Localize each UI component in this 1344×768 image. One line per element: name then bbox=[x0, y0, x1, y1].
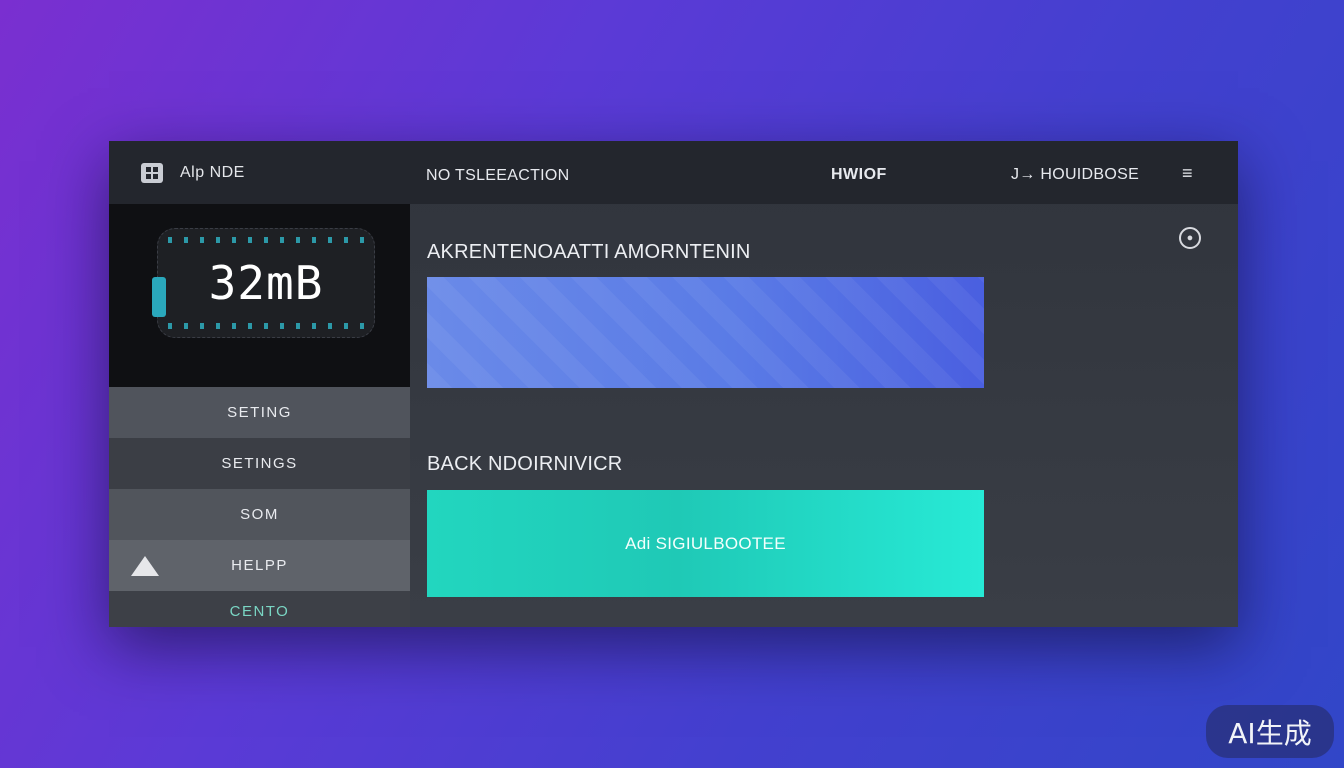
grid-icon[interactable] bbox=[141, 162, 163, 183]
menu-icon[interactable]: ≡ bbox=[1182, 163, 1193, 184]
section-heading-secondary: BACK NDOIRNIVICR bbox=[427, 453, 623, 475]
logo-image: 32mB bbox=[152, 228, 375, 338]
logo-text: 32mB bbox=[208, 256, 324, 310]
topbar-center-link[interactable]: HWIOF bbox=[831, 166, 887, 184]
blue-banner[interactable] bbox=[427, 277, 984, 388]
arrow-up-icon bbox=[131, 556, 159, 576]
sidebar-item-label: SETINGS bbox=[221, 455, 298, 472]
badge-label: AI生成 bbox=[1228, 716, 1312, 750]
page-title: NO TSLEEACTION bbox=[426, 167, 570, 184]
main-panel: NO TSLEEACTION HWIOF J→ HOUIDBOSE ≡ ● AK… bbox=[410, 141, 1238, 627]
sidebar: Alp NDE 32mB SETING SETINGS SOM HELPP CE… bbox=[109, 141, 410, 627]
logo-area: 32mB bbox=[109, 204, 410, 387]
ai-generated-badge: AI生成 bbox=[1206, 705, 1334, 758]
sidebar-item-label: SETING bbox=[227, 404, 292, 421]
logo-side-mark bbox=[152, 277, 166, 317]
app-window: Alp NDE 32mB SETING SETINGS SOM HELPP CE… bbox=[109, 141, 1238, 627]
sidebar-item-label: SOM bbox=[240, 506, 279, 523]
sidebar-item-cento[interactable]: CENTO bbox=[109, 591, 410, 627]
sidebar-item-seting[interactable]: SETING bbox=[109, 387, 410, 438]
sidebar-item-help[interactable]: HELPP bbox=[109, 540, 410, 591]
logo-dots-top bbox=[168, 237, 364, 243]
sidebar-item-label: CENTO bbox=[229, 603, 290, 620]
sidebar-item-label: HELPP bbox=[231, 557, 288, 574]
app-name: Alp NDE bbox=[180, 163, 245, 181]
teal-button-label: Adi SIGIULBOOTEE bbox=[625, 533, 786, 553]
logo-dots-bottom bbox=[168, 323, 364, 329]
teal-action-button[interactable]: Adi SIGIULBOOTEE bbox=[427, 490, 984, 597]
info-icon[interactable]: ● bbox=[1179, 227, 1201, 249]
sidebar-item-setings[interactable]: SETINGS bbox=[109, 438, 410, 489]
top-bar: NO TSLEEACTION HWIOF J→ HOUIDBOSE ≡ bbox=[410, 141, 1238, 204]
user-menu[interactable]: J→ HOUIDBOSE bbox=[1011, 166, 1139, 184]
sidebar-header: Alp NDE bbox=[109, 141, 410, 204]
sidebar-item-som[interactable]: SOM bbox=[109, 489, 410, 540]
section-heading-primary: AKRENTENOAATTI AMORNTENIN bbox=[427, 241, 751, 263]
